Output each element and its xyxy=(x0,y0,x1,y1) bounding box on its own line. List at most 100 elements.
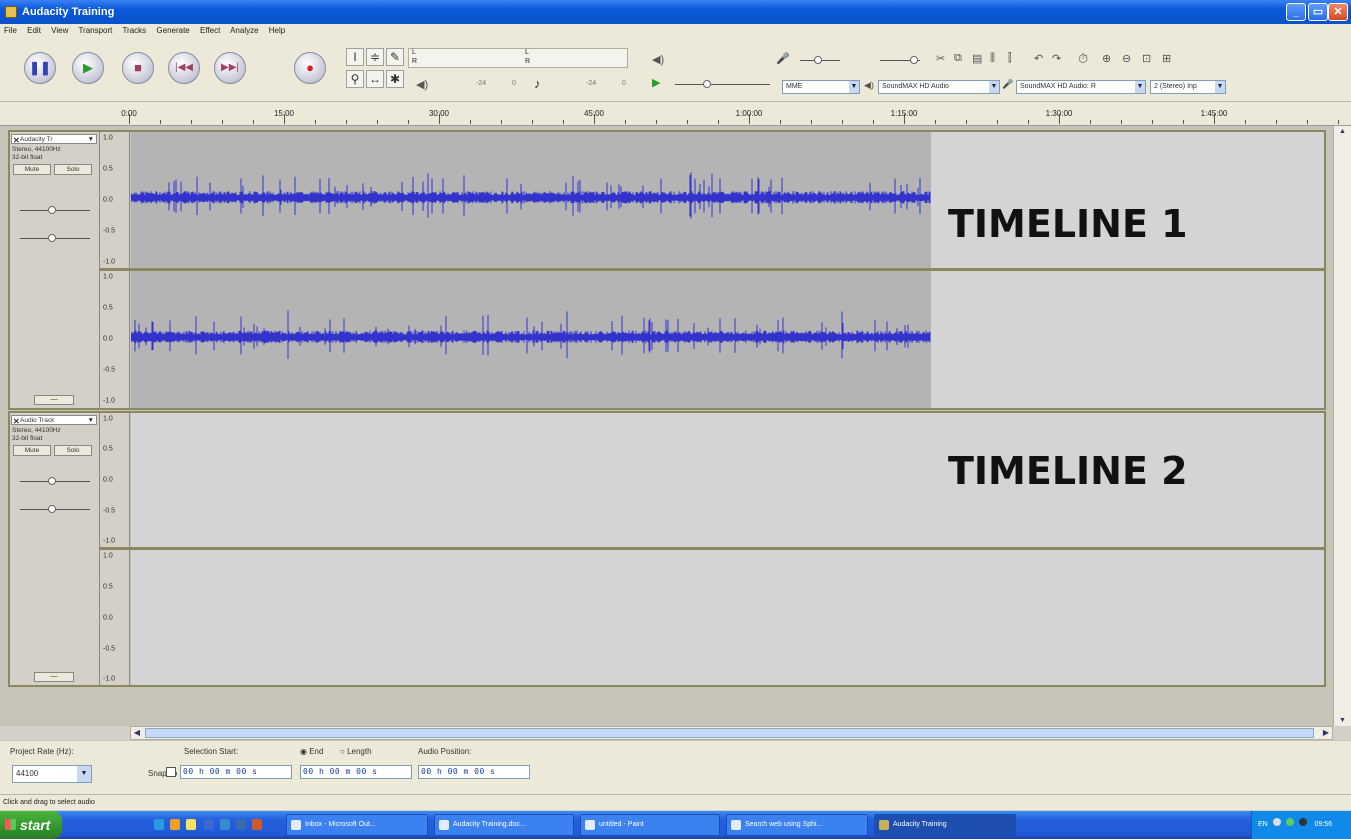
taskbar-item-search[interactable]: Search web using Sphi... xyxy=(726,814,868,836)
security-icon[interactable] xyxy=(1285,818,1294,826)
menu-generate[interactable]: Generate xyxy=(156,26,189,35)
draw-tool-icon[interactable]: ✎ xyxy=(386,48,404,66)
skip-to-start-button[interactable]: |◀◀ xyxy=(168,52,200,84)
fit-project-icon[interactable]: ⊞ xyxy=(1162,52,1171,65)
paste-icon[interactable]: ▤ xyxy=(972,52,982,65)
quicklaunch-ie-icon[interactable] xyxy=(154,819,164,830)
gain-slider[interactable] xyxy=(20,477,90,485)
zoom-tool-icon[interactable]: ⚲ xyxy=(346,70,364,88)
track-name-menu[interactable]: ✕ Audacity Tr ▼ xyxy=(11,134,97,145)
mute-button[interactable]: Mute xyxy=(13,164,51,175)
fit-selection-icon[interactable]: ⊡ xyxy=(1142,52,1151,65)
scroll-up-icon[interactable]: ▲ xyxy=(1339,128,1346,135)
menu-edit[interactable]: Edit xyxy=(27,26,41,35)
close-track-icon[interactable]: ✕ xyxy=(13,136,20,145)
scroll-down-icon[interactable]: ▼ xyxy=(1339,717,1346,724)
pan-slider[interactable] xyxy=(20,505,90,513)
pan-slider[interactable] xyxy=(20,234,90,242)
quicklaunch-folder-icon[interactable] xyxy=(186,819,196,830)
timeline-ruler[interactable]: 0:00 15:00 30:00 45:00 1:00:00 1:15:00 1:30:00… xyxy=(0,102,1351,126)
track-control-panel[interactable]: ✕ Audacity Tr ▼ Stereo, 44100Hz 32-bit flo… xyxy=(10,132,100,408)
record-button[interactable]: ● xyxy=(294,52,326,84)
pan-slider-knob[interactable] xyxy=(48,234,56,242)
play-button[interactable]: ▶ xyxy=(72,52,104,84)
pause-button[interactable]: ❚❚ xyxy=(24,52,56,84)
end-radio[interactable]: ◉ End xyxy=(300,747,323,756)
quicklaunch-app-icon[interactable] xyxy=(236,819,246,830)
taskbar-item-paint[interactable]: untitled - Paint xyxy=(580,814,720,836)
collapse-button[interactable]: — xyxy=(34,672,74,682)
menu-transport[interactable]: Transport xyxy=(78,26,112,35)
taskbar-item-audacity[interactable]: Audacity Training xyxy=(874,814,1016,836)
audio-track-1[interactable]: ✕ Audacity Tr ▼ Stereo, 44100Hz 32-bit flo… xyxy=(8,130,1326,410)
multi-tool-icon[interactable]: ✱ xyxy=(386,70,404,88)
input-volume-slider[interactable] xyxy=(880,56,920,64)
menu-file[interactable]: File xyxy=(4,26,17,35)
gain-slider[interactable] xyxy=(20,206,90,214)
volume-icon[interactable] xyxy=(1298,818,1307,826)
redo-icon[interactable]: ↷ xyxy=(1052,52,1061,65)
minimize-button[interactable]: _ xyxy=(1286,3,1306,21)
copy-icon[interactable]: ⧉ xyxy=(954,52,962,65)
taskbar-item-word[interactable]: Audacity Training.doc... xyxy=(434,814,574,836)
right-channel-waveform[interactable] xyxy=(131,271,1324,408)
undo-icon[interactable]: ↶ xyxy=(1034,52,1043,65)
taskbar-item-outlook[interactable]: Inbox - Microsoft Out... xyxy=(286,814,428,836)
cut-icon[interactable]: ✂ xyxy=(936,52,945,65)
menu-analyze[interactable]: Analyze xyxy=(230,26,258,35)
menu-view[interactable]: View xyxy=(51,26,68,35)
gain-slider-knob[interactable] xyxy=(48,206,56,214)
zoom-in-icon[interactable]: ⊕ xyxy=(1102,52,1111,65)
quicklaunch-word-icon[interactable] xyxy=(204,819,214,830)
pan-slider-knob[interactable] xyxy=(48,505,56,513)
skip-to-end-button[interactable]: ▶▶| xyxy=(214,52,246,84)
vertical-scrollbar[interactable]: ▲ ▼ xyxy=(1333,126,1351,726)
selection-tool-icon[interactable]: I xyxy=(346,48,364,66)
trim-icon[interactable]: ⫼ xyxy=(990,52,995,65)
collapse-button[interactable]: — xyxy=(34,395,74,405)
menu-tracks[interactable]: Tracks xyxy=(122,26,146,35)
mute-button[interactable]: Mute xyxy=(13,445,51,456)
audio-track-2[interactable]: ✕ Audio Track ▼ Stereo, 44100Hz 32-bit flo… xyxy=(8,411,1326,687)
recording-device-select[interactable]: SoundMAX HD Audio: R ▼ xyxy=(1016,80,1146,94)
scroll-right-icon[interactable]: ▶ xyxy=(1320,727,1332,739)
selection-start-field[interactable]: 00 h 00 m 00 s xyxy=(180,765,292,779)
selection-end-field[interactable]: 00 h 00 m 00 s xyxy=(300,765,412,779)
zoom-out-icon[interactable]: ⊖ xyxy=(1122,52,1131,65)
solo-button[interactable]: Solo xyxy=(54,445,92,456)
output-meter[interactable]: L R L R xyxy=(408,48,628,68)
recording-channels-select[interactable]: 2 (Stereo) Inp ▼ xyxy=(1150,80,1226,94)
left-channel-waveform[interactable] xyxy=(131,132,1324,268)
length-radio[interactable]: ○ Length xyxy=(340,747,372,756)
menu-effect[interactable]: Effect xyxy=(200,26,220,35)
quicklaunch-powerpoint-icon[interactable] xyxy=(252,819,262,830)
menu-help[interactable]: Help xyxy=(269,26,285,35)
close-button[interactable]: ✕ xyxy=(1328,3,1348,21)
quicklaunch-outlook-icon[interactable] xyxy=(220,819,230,830)
silence-icon[interactable]: ⫿ xyxy=(1008,52,1012,65)
horizontal-scrollbar[interactable]: ◀ ▶ xyxy=(130,726,1333,740)
mixer-slider-knob[interactable] xyxy=(814,56,822,64)
input-volume-knob[interactable] xyxy=(910,56,918,64)
network-icon[interactable] xyxy=(1272,818,1281,826)
close-track-icon[interactable]: ✕ xyxy=(13,417,20,426)
track-name-menu[interactable]: ✕ Audio Track ▼ xyxy=(11,415,97,426)
start-button[interactable]: start xyxy=(0,811,62,839)
language-indicator[interactable]: EN xyxy=(1258,821,1268,828)
envelope-tool-icon[interactable]: ≑ xyxy=(366,48,384,66)
play-at-speed-icon[interactable]: ▶ xyxy=(652,76,660,89)
sync-lock-icon[interactable]: ⏱ xyxy=(1078,51,1088,67)
restore-button[interactable]: ▭ xyxy=(1308,3,1328,21)
right-channel-empty[interactable] xyxy=(131,550,1324,685)
play-speed-slider[interactable] xyxy=(675,80,770,88)
playback-device-select[interactable]: SoundMAX HD Audio ▼ xyxy=(878,80,1000,94)
project-rate-select[interactable]: 44100 ▼ xyxy=(12,765,92,783)
gain-slider-knob[interactable] xyxy=(48,477,56,485)
mixer-slider[interactable] xyxy=(800,56,840,64)
scroll-left-icon[interactable]: ◀ xyxy=(131,727,143,739)
audio-host-select[interactable]: MME ▼ xyxy=(782,80,860,94)
scrollbar-thumb[interactable] xyxy=(145,728,1314,738)
play-speed-knob[interactable] xyxy=(703,80,711,88)
track-control-panel[interactable]: ✕ Audio Track ▼ Stereo, 44100Hz 32-bit flo… xyxy=(10,413,100,685)
track-panel[interactable]: ✕ Audacity Tr ▼ Stereo, 44100Hz 32-bit flo… xyxy=(0,126,1333,726)
